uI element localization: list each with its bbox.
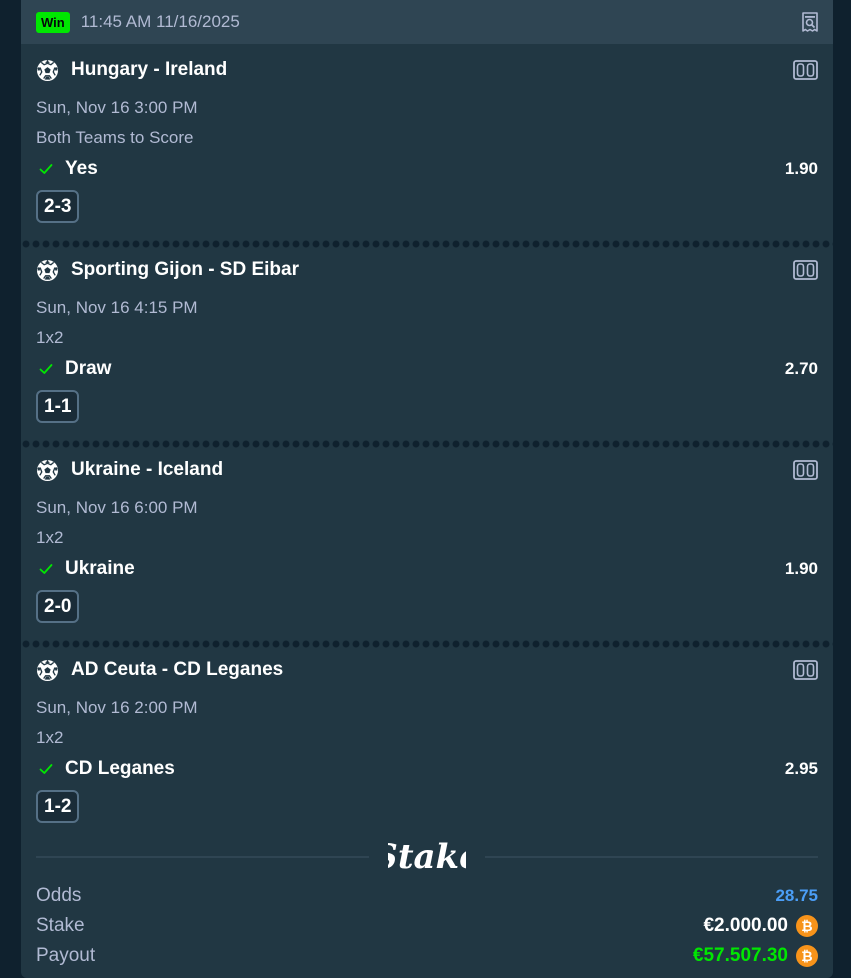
soccer-ball-icon	[36, 59, 59, 81]
check-icon	[39, 364, 53, 374]
scoreboard-icon[interactable]	[793, 460, 818, 480]
market-name: 1x2	[36, 728, 64, 747]
selection-odds: 2.70	[784, 359, 818, 378]
selection-odds: 1.90	[784, 159, 818, 178]
logo-divider-right	[485, 856, 818, 858]
selection-odds: 1.90	[784, 559, 818, 578]
selection-label: Draw	[65, 358, 112, 379]
bet-slip-card: Win 11:45 AM 11/16/2025 Hungary - Irelan…	[21, 0, 833, 978]
payout-amount: €57.507.30	[692, 945, 788, 966]
soccer-ball-icon	[36, 659, 59, 681]
selection-odds: 2.95	[784, 759, 818, 778]
receipt-search-icon[interactable]	[801, 12, 819, 32]
odds-label: Odds	[36, 885, 82, 906]
event-title[interactable]: Hungary - Ireland	[71, 59, 227, 81]
bet-summary: Stake Odds 28.75 Stake €2.000.00 ₿ Payou…	[21, 800, 833, 978]
event-title[interactable]: Sporting Gijon - SD Eibar	[71, 259, 299, 281]
bet-timestamp: 11:45 AM 11/16/2025	[80, 12, 240, 31]
check-icon	[39, 164, 53, 174]
scoreboard-icon[interactable]	[793, 660, 818, 680]
final-score-badge: 2-3	[36, 190, 80, 223]
check-icon	[39, 564, 53, 574]
final-score-badge: 1-1	[36, 390, 80, 423]
market-name: 1x2	[36, 528, 64, 547]
svg-text:Stake: Stake	[388, 837, 466, 877]
stake-label: Stake	[36, 915, 85, 936]
event-title[interactable]: Ukraine - Iceland	[71, 459, 223, 481]
bet-leg: Ukraine - Iceland Sun, Nov 16 6:00 PM 1x…	[21, 444, 833, 648]
stake-row: Stake €2.000.00 ₿	[36, 914, 818, 938]
payout-label: Payout	[36, 945, 96, 966]
logo-divider-left	[36, 856, 369, 858]
status-badge: Win	[36, 11, 70, 33]
event-date: Sun, Nov 16 6:00 PM	[36, 498, 198, 517]
stake-logo: Stake	[388, 837, 466, 877]
svg-text:₿: ₿	[801, 949, 812, 965]
final-score-badge: 2-0	[36, 590, 80, 623]
selection-label: CD Leganes	[65, 758, 175, 779]
total-odds-value: 28.75	[775, 886, 818, 905]
selection-label: Ukraine	[65, 558, 135, 579]
bitcoin-icon: ₿	[796, 915, 818, 937]
svg-text:₿: ₿	[801, 919, 812, 935]
soccer-ball-icon	[36, 459, 59, 481]
event-title[interactable]: AD Ceuta - CD Leganes	[71, 659, 283, 681]
scoreboard-icon[interactable]	[793, 60, 818, 80]
bet-leg: Hungary - Ireland Sun, Nov 16 3:00 PM Bo…	[21, 44, 833, 248]
check-icon	[39, 764, 53, 774]
bet-leg: Sporting Gijon - SD Eibar Sun, Nov 16 4:…	[21, 244, 833, 448]
odds-row: Odds 28.75	[36, 884, 818, 908]
selection-label: Yes	[65, 158, 98, 179]
market-name: 1x2	[36, 328, 64, 347]
bet-slip-header: Win 11:45 AM 11/16/2025	[21, 0, 833, 44]
scoreboard-icon[interactable]	[793, 260, 818, 280]
stake-amount: €2.000.00	[703, 915, 788, 936]
payout-row: Payout €57.507.30 ₿	[36, 944, 818, 968]
event-date: Sun, Nov 16 3:00 PM	[36, 98, 198, 117]
soccer-ball-icon	[36, 259, 59, 281]
page: Win 11:45 AM 11/16/2025 Hungary - Irelan…	[0, 0, 851, 978]
bitcoin-icon: ₿	[796, 945, 818, 967]
event-date: Sun, Nov 16 2:00 PM	[36, 698, 198, 717]
market-name: Both Teams to Score	[36, 128, 194, 147]
event-date: Sun, Nov 16 4:15 PM	[36, 298, 198, 317]
